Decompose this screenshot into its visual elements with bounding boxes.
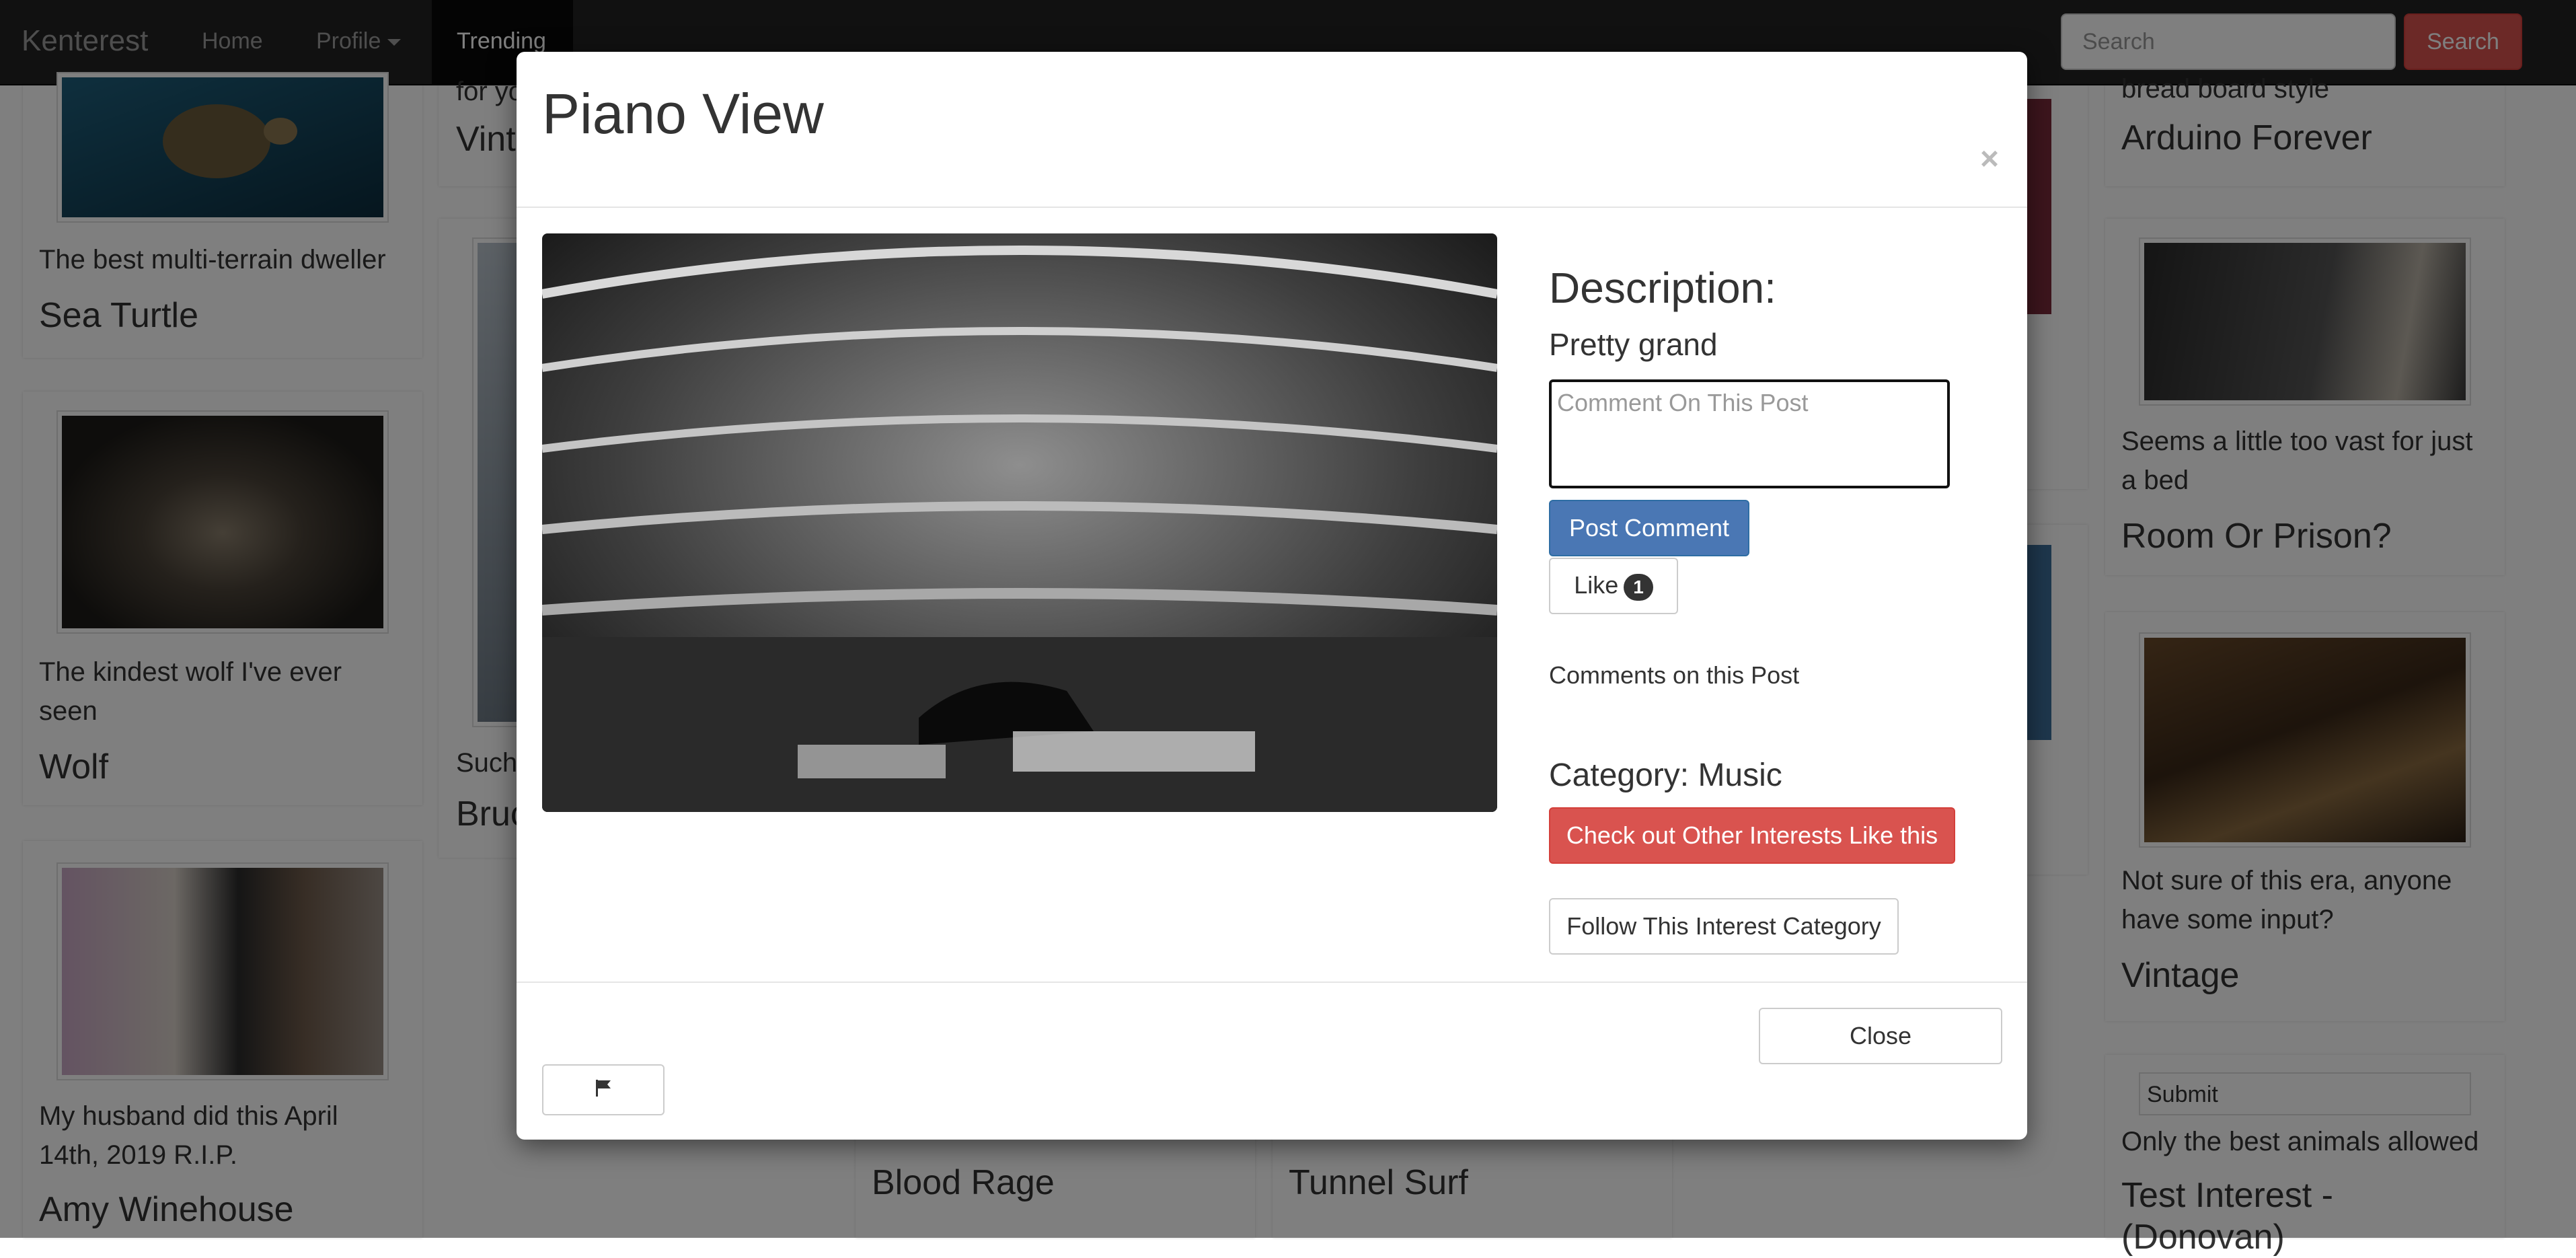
check-out-interests-button[interactable]: Check out Other Interests Like this	[1549, 807, 1955, 864]
post-comment-button[interactable]: Post Comment	[1549, 500, 1749, 556]
concert-hall-photo	[542, 233, 1497, 812]
close-icon[interactable]: ×	[1980, 143, 1999, 176]
follow-category-button[interactable]: Follow This Interest Category	[1549, 898, 1899, 955]
close-button[interactable]: Close	[1759, 1008, 2002, 1064]
description-heading: Description:	[1549, 264, 1776, 312]
like-label: Like	[1574, 571, 1619, 599]
flag-button[interactable]	[542, 1064, 665, 1115]
piano-view-modal: Piano View × Description: Pretty grand C…	[517, 52, 2027, 1140]
description-text: Pretty grand	[1549, 327, 1718, 362]
post-image	[542, 233, 1497, 812]
footer-divider	[517, 982, 2027, 983]
modal-title: Piano View	[542, 82, 824, 145]
like-button[interactable]: Like 1	[1549, 558, 1678, 614]
like-count-badge: 1	[1624, 573, 1653, 601]
header-divider	[517, 207, 2027, 208]
comment-input[interactable]	[1549, 379, 1950, 488]
comments-heading: Comments on this Post	[1549, 661, 1800, 689]
flag-icon	[596, 1080, 611, 1097]
category-label: Category: Music	[1549, 757, 1782, 793]
